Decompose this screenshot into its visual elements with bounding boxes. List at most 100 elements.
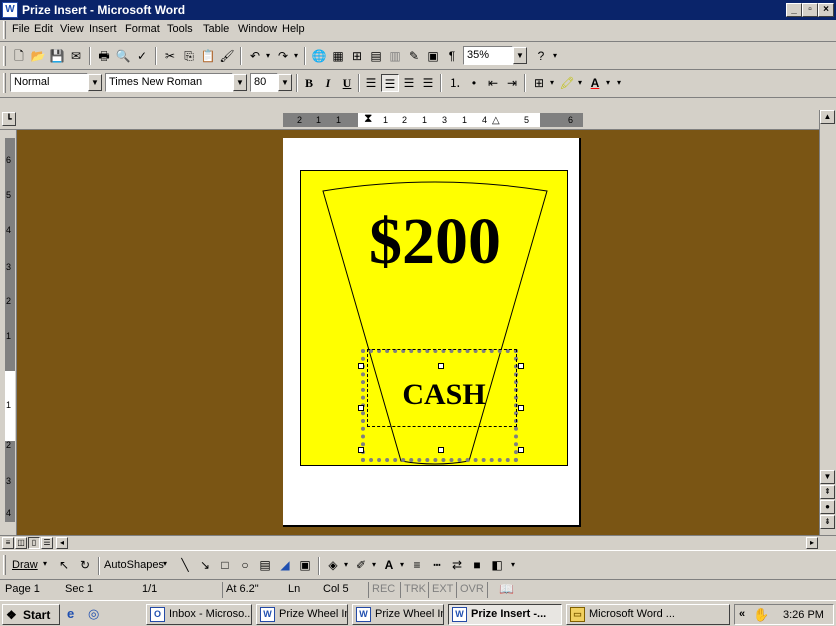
- dash-style-icon[interactable]: ┅: [428, 556, 446, 574]
- line-color-dropdown-icon[interactable]: ▾: [370, 556, 378, 574]
- toolbar-grip[interactable]: [3, 46, 6, 66]
- prize-card[interactable]: $200 CASH: [300, 170, 568, 466]
- tray-expand-icon[interactable]: «: [739, 608, 745, 620]
- redo-icon[interactable]: ↷: [274, 47, 292, 65]
- close-button[interactable]: ×: [818, 3, 834, 17]
- autoshapes-menu-button[interactable]: AutoShapes: [104, 559, 164, 571]
- scroll-up-icon[interactable]: ▲: [820, 110, 835, 124]
- ie-icon[interactable]: e: [67, 606, 83, 622]
- menu-grip[interactable]: [3, 21, 6, 39]
- menu-file[interactable]: File: [12, 23, 30, 35]
- italic-icon[interactable]: I: [319, 74, 337, 92]
- scroll-down-icon[interactable]: ▼: [820, 470, 835, 484]
- previous-page-icon[interactable]: ⇞: [820, 485, 835, 499]
- style-dropdown-icon[interactable]: ▼: [88, 74, 102, 91]
- arrow-icon[interactable]: ↘: [196, 556, 214, 574]
- document-page[interactable]: $200 CASH: [283, 138, 581, 527]
- draw-dropdown-icon[interactable]: ▾: [43, 559, 47, 568]
- oval-icon[interactable]: ○: [236, 556, 254, 574]
- save-icon[interactable]: 💾: [48, 47, 66, 65]
- task-inbox[interactable]: O Inbox - Microso...: [146, 604, 252, 625]
- toolbar-options-icon[interactable]: ▾: [614, 74, 624, 92]
- font-color-icon[interactable]: A: [380, 556, 398, 574]
- copy-icon[interactable]: ⎘: [180, 47, 198, 65]
- border-dropdown-icon[interactable]: ▾: [548, 74, 556, 92]
- align-left-icon[interactable]: ☰: [362, 74, 380, 92]
- resize-handle[interactable]: [518, 363, 524, 369]
- clip-art-icon[interactable]: ▣: [296, 556, 314, 574]
- underline-icon[interactable]: U: [338, 74, 356, 92]
- fill-dropdown-icon[interactable]: ▾: [342, 556, 350, 574]
- task-prize-wheel-1[interactable]: W Prize Wheel Ins...: [256, 604, 348, 625]
- resize-handle[interactable]: [438, 447, 444, 453]
- normal-view-icon[interactable]: ≡: [2, 537, 14, 549]
- print-layout-icon[interactable]: ▯: [28, 537, 40, 549]
- free-rotate-icon[interactable]: ↻: [76, 556, 94, 574]
- align-center-icon[interactable]: ☰: [381, 74, 399, 92]
- next-page-icon[interactable]: ⇟: [820, 515, 835, 529]
- autoshapes-dropdown-icon[interactable]: ▾: [163, 559, 167, 568]
- paste-icon[interactable]: 📋: [199, 47, 217, 65]
- scroll-left-icon[interactable]: ◂: [56, 537, 68, 549]
- undo-dropdown-icon[interactable]: ▾: [264, 47, 272, 65]
- outlook-icon[interactable]: ◎: [88, 606, 104, 622]
- hyperlink-icon[interactable]: 🌐: [310, 47, 328, 65]
- wordart-icon[interactable]: ◢: [276, 556, 294, 574]
- minimize-button[interactable]: _: [786, 3, 802, 17]
- document-workspace[interactable]: $200 CASH: [17, 130, 819, 535]
- status-trk[interactable]: TRK: [400, 582, 428, 598]
- menu-window[interactable]: Window: [238, 23, 277, 35]
- document-map-icon[interactable]: ▣: [424, 47, 442, 65]
- right-indent-marker-icon[interactable]: △: [492, 115, 500, 126]
- resize-handle[interactable]: [518, 405, 524, 411]
- spelling-status-icon[interactable]: 📖: [496, 582, 536, 598]
- start-button[interactable]: ❖ Start: [2, 604, 60, 625]
- cut-icon[interactable]: ✂: [161, 47, 179, 65]
- toolbar-grip[interactable]: [3, 555, 6, 575]
- status-ext[interactable]: EXT: [428, 582, 456, 598]
- maximize-button[interactable]: ▫: [802, 3, 818, 17]
- vertical-scrollbar[interactable]: ▲ ▼ ⇞ ● ⇟: [819, 110, 836, 535]
- status-ovr[interactable]: OVR: [456, 582, 488, 598]
- font-color-icon[interactable]: A: [586, 74, 604, 92]
- highlight-icon[interactable]: 🖍: [558, 74, 576, 92]
- cash-label[interactable]: CASH: [361, 369, 527, 411]
- insert-excel-icon[interactable]: ▤: [367, 47, 385, 65]
- open-icon[interactable]: 📂: [29, 47, 47, 65]
- menu-edit[interactable]: Edit: [34, 23, 53, 35]
- menu-help[interactable]: Help: [282, 23, 305, 35]
- border-icon[interactable]: ⊞: [530, 74, 548, 92]
- tables-borders-icon[interactable]: ▦: [329, 47, 347, 65]
- toolbar-options-icon[interactable]: ▾: [550, 47, 560, 65]
- toolbar-options-icon[interactable]: ▾: [508, 556, 518, 574]
- select-browse-object-icon[interactable]: ●: [820, 500, 835, 514]
- line-style-icon[interactable]: ≡: [408, 556, 426, 574]
- indent-marker-icon[interactable]: ⧗: [364, 111, 372, 126]
- tab-selector-icon[interactable]: ┗: [2, 112, 16, 126]
- rectangle-icon[interactable]: □: [216, 556, 234, 574]
- font-dropdown-icon[interactable]: ▼: [233, 74, 247, 91]
- select-objects-icon[interactable]: ↖: [55, 556, 73, 574]
- align-right-icon[interactable]: ☰: [400, 74, 418, 92]
- email-icon[interactable]: ✉: [67, 47, 85, 65]
- resize-handle[interactable]: [358, 447, 364, 453]
- font-color-dropdown-icon[interactable]: ▾: [398, 556, 406, 574]
- web-view-icon[interactable]: ◫: [15, 537, 27, 549]
- menu-format[interactable]: Format: [125, 23, 160, 35]
- zoom-dropdown-icon[interactable]: ▼: [513, 47, 527, 64]
- resize-handle[interactable]: [438, 363, 444, 369]
- decrease-indent-icon[interactable]: ⇤: [484, 74, 502, 92]
- spelling-icon[interactable]: ✓: [133, 47, 151, 65]
- new-icon[interactable]: 🗋: [10, 47, 28, 65]
- task-prize-insert[interactable]: W Prize Insert -...: [448, 604, 562, 625]
- increase-indent-icon[interactable]: ⇥: [503, 74, 521, 92]
- scroll-right-icon[interactable]: ▸: [806, 537, 818, 549]
- bullets-icon[interactable]: •: [465, 74, 483, 92]
- redo-dropdown-icon[interactable]: ▾: [292, 47, 300, 65]
- zoom-box[interactable]: 35%: [463, 46, 513, 65]
- font-size-box[interactable]: 80: [250, 73, 278, 92]
- print-icon[interactable]: 🖶: [95, 47, 113, 65]
- line-icon[interactable]: ╲: [176, 556, 194, 574]
- menu-view[interactable]: View: [60, 23, 84, 35]
- insert-table-icon[interactable]: ⊞: [348, 47, 366, 65]
